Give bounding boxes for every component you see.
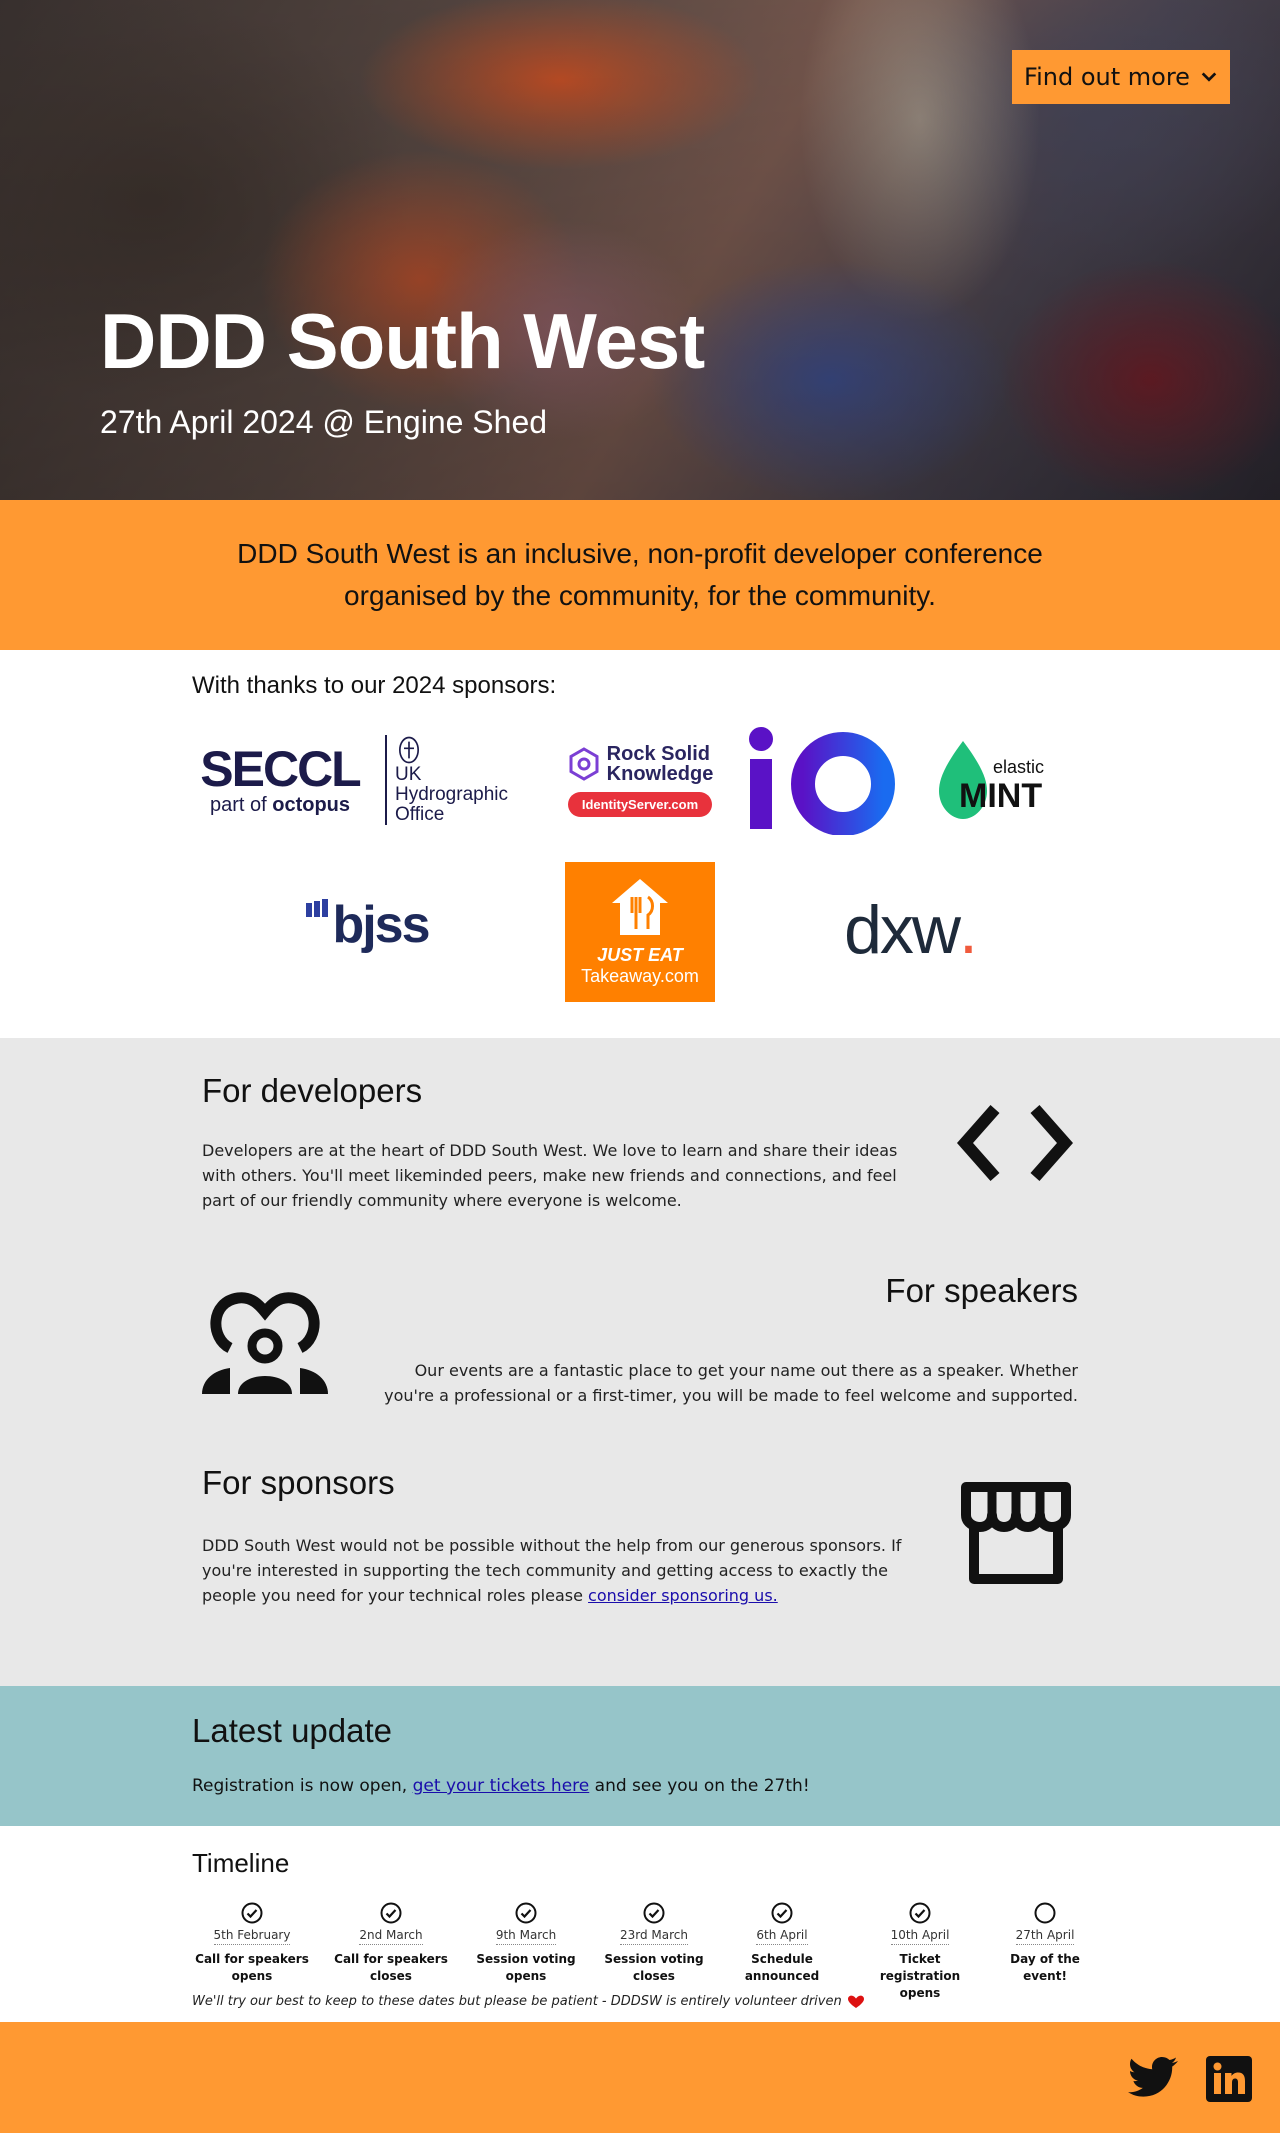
check-circle-icon: [380, 1902, 402, 1924]
timeline-item: 2nd March Call for speakers closes: [331, 1902, 451, 1985]
ukho-line1: UK Hydrographic: [395, 764, 508, 805]
dxw-wordmark: dxw: [844, 892, 961, 968]
check-circle-icon: [643, 1902, 665, 1924]
sponsor-logo-bjss[interactable]: bjss: [300, 890, 435, 960]
page-title: DDD South West: [100, 297, 705, 385]
sponsor-logo-seccl[interactable]: SECCL part of octopus: [200, 735, 361, 825]
timeline-title: Timeline: [192, 1848, 290, 1878]
timeline-label: Call for speakers closes: [334, 1952, 448, 1983]
hero-banner: Find out more DDD South West 27th April …: [0, 0, 1280, 500]
sponsor-logo-just-eat[interactable]: JUST EAT Takeaway.com: [565, 862, 715, 1002]
event-date-venue: 27th April 2024 @ Engine Shed: [100, 404, 548, 440]
linkedin-icon[interactable]: [1206, 2056, 1252, 2102]
timeline-item: 6th April Schedule announced: [722, 1902, 842, 1985]
io-logo: [749, 727, 895, 835]
check-circle-icon: [241, 1902, 263, 1924]
timeline-label: Schedule announced: [744, 1952, 820, 1983]
timeline-date: 23rd March: [619, 1928, 688, 1945]
justeat-line2: Takeaway.com: [581, 966, 699, 986]
get-tickets-link[interactable]: get your tickets here: [413, 1776, 590, 1796]
code-brackets-icon: [956, 1105, 1074, 1181]
consider-sponsoring-link[interactable]: consider sponsoring us.: [588, 1586, 778, 1605]
timeline-item: 5th February Call for speakers opens: [192, 1902, 312, 1985]
timeline-date: 5th February: [213, 1928, 291, 1945]
check-circle-icon: [771, 1902, 793, 1924]
sponsors-section: With thanks to our 2024 sponsors: SECCL …: [0, 650, 1280, 1038]
timeline-item: 9th March Session voting opens: [466, 1902, 586, 1985]
sponsor-logo-dxw[interactable]: dxw.: [830, 890, 990, 970]
empty-circle-icon: [1034, 1902, 1056, 1924]
timeline-label: Session voting closes: [604, 1952, 704, 1983]
mission-banner: DDD South West is an inclusive, non-prof…: [0, 500, 1280, 650]
sponsors-heading: With thanks to our 2024 sponsors:: [192, 672, 557, 699]
latest-update-text: Registration is now open, get your ticke…: [192, 1776, 810, 1796]
storefront-icon: [961, 1482, 1071, 1584]
rsk-line1: Rock Solid: [606, 742, 711, 765]
timeline-date: 10th April: [890, 1928, 950, 1945]
heart-icon: [847, 1995, 864, 2008]
crest-icon: [399, 736, 419, 764]
identityserver-pill: IdentityServer.com: [567, 791, 713, 817]
sponsor-logo-rock-solid-knowledge[interactable]: Rock Solid Knowledge IdentityServer.com: [565, 740, 715, 820]
timeline-label: Session voting opens: [476, 1952, 576, 1983]
developers-title: For developers: [202, 1072, 423, 1109]
justeat-line1: JUST EAT: [597, 945, 683, 965]
footer: [0, 2022, 1280, 2133]
timeline-date: 27th April: [1015, 1928, 1075, 1945]
timeline-label: Ticket registration opens: [879, 1952, 961, 2000]
seccl-wordmark: SECCL: [200, 740, 361, 797]
sponsors-text: DDD South West would not be possible wit…: [202, 1536, 902, 1605]
bjss-bars-icon: [306, 899, 329, 917]
find-out-more-label: Find out more: [1024, 63, 1190, 91]
elastic-mint-logo: elastic MINT: [939, 741, 1044, 819]
timeline-note: We'll try our best to keep to these date…: [192, 1994, 864, 2009]
timeline-date: 6th April: [756, 1928, 808, 1945]
latest-update-title: Latest update: [192, 1712, 392, 1749]
audience-section: For developers Developers are at the hea…: [0, 1038, 1280, 1686]
timeline-item: 10th April Ticket registration opens: [860, 1902, 980, 2002]
svg-text:elastic: elastic: [993, 757, 1044, 777]
hexagon-icon: [569, 746, 599, 781]
find-out-more-button[interactable]: Find out more: [1012, 50, 1230, 104]
timeline-date: 9th March: [495, 1928, 557, 1945]
latest-update-section: Latest update Registration is now open, …: [0, 1686, 1280, 1826]
sponsor-logo-io[interactable]: [745, 725, 895, 835]
check-circle-icon: [515, 1902, 537, 1924]
timeline-item: 27th April Day of the event!: [985, 1902, 1105, 1985]
timeline-date: 2nd March: [359, 1928, 423, 1945]
audience-icon: [202, 1292, 328, 1394]
mission-text: DDD South West is an inclusive, non-prof…: [237, 538, 1043, 611]
twitter-icon[interactable]: [1128, 2056, 1180, 2100]
timeline-item: 23rd March Session voting closes: [594, 1902, 714, 1985]
timeline-label: Call for speakers opens: [195, 1952, 309, 1983]
speakers-text: Our events are a fantastic place to get …: [384, 1361, 1078, 1405]
sponsors-title: For sponsors: [202, 1464, 395, 1501]
sponsor-logo-ukho[interactable]: UK Hydrographic Office: [385, 735, 535, 825]
svg-text:MINT: MINT: [959, 777, 1042, 815]
timeline-section: Timeline 5th February Call for speakers op…: [0, 1826, 1280, 2022]
speakers-title: For speakers: [885, 1272, 1078, 1309]
house-fork-icon: [612, 879, 668, 935]
sponsor-logo-elastic-mint[interactable]: elastic MINT: [935, 735, 1070, 825]
check-circle-icon: [909, 1902, 931, 1924]
developers-text: Developers are at the heart of DDD South…: [202, 1141, 898, 1210]
rsk-line2: Knowledge: [606, 762, 714, 785]
dxw-dot: .: [959, 892, 978, 968]
bjss-wordmark: bjss: [332, 896, 430, 954]
chevron-down-icon: [1201, 72, 1217, 82]
seccl-tagline: part of octopus: [209, 793, 351, 816]
timeline-label: Day of the event!: [1010, 1952, 1080, 1983]
ukho-line2: Office: [395, 804, 445, 825]
